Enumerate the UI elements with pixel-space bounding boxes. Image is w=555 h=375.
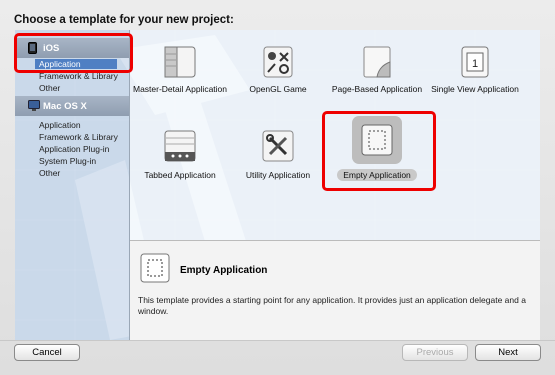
dialog-title: Choose a template for your new project:	[14, 14, 234, 26]
template-label: Page-Based Application	[331, 84, 423, 94]
sidebar-item-ios-other[interactable]: Other	[39, 83, 60, 93]
template-opengl-game[interactable]: OpenGL Game	[228, 44, 328, 104]
footer-divider	[0, 340, 555, 341]
svg-text:1: 1	[472, 58, 478, 70]
template-tabbed[interactable]: Tabbed Application	[130, 128, 230, 188]
next-button[interactable]: Next	[475, 344, 541, 361]
master-detail-icon	[162, 44, 198, 80]
highlight-box-ios-application	[14, 33, 133, 73]
highlight-box-empty-application	[322, 111, 436, 191]
template-single-view[interactable]: 1 Single View Application	[425, 44, 525, 104]
template-label: Master-Detail Application	[132, 84, 227, 94]
sidebar-item-mac-framework-library[interactable]: Framework & Library	[39, 132, 118, 142]
sidebar-item-mac-system-plugin[interactable]: System Plug-in	[39, 156, 96, 166]
utility-tools-icon	[260, 128, 296, 164]
detail-description: This template provides a starting point …	[138, 295, 526, 316]
template-label: Tabbed Application	[144, 170, 216, 180]
template-label: Single View Application	[431, 84, 519, 94]
template-utility[interactable]: Utility Application	[228, 128, 328, 188]
opengl-game-icon	[260, 44, 296, 80]
template-detail-pane: Empty Application This template provides…	[130, 240, 540, 341]
template-label: OpenGL Game	[249, 84, 307, 94]
sidebar-item-mac-application-plugin[interactable]: Application Plug-in	[39, 144, 109, 154]
detail-title: Empty Application	[180, 265, 268, 276]
template-category-sidebar[interactable]: iOS Application Framework & Library Othe…	[15, 30, 130, 340]
single-view-icon: 1	[457, 44, 493, 80]
sidebar-item-mac-application[interactable]: Application	[39, 120, 81, 130]
template-page-based[interactable]: Page-Based Application	[327, 44, 427, 104]
template-master-detail[interactable]: Master-Detail Application	[130, 44, 230, 104]
cancel-button[interactable]: Cancel	[14, 344, 80, 361]
category-header-mac-os-x[interactable]: Mac OS X	[15, 96, 129, 116]
tabbed-icon	[162, 128, 198, 164]
page-curl-icon	[359, 44, 395, 80]
mac-display-icon	[28, 100, 40, 114]
empty-app-icon	[140, 253, 170, 283]
sidebar-item-mac-other[interactable]: Other	[39, 168, 60, 178]
template-label: Utility Application	[245, 170, 311, 180]
category-label: Mac OS X	[43, 101, 87, 112]
previous-button[interactable]: Previous	[402, 344, 468, 361]
